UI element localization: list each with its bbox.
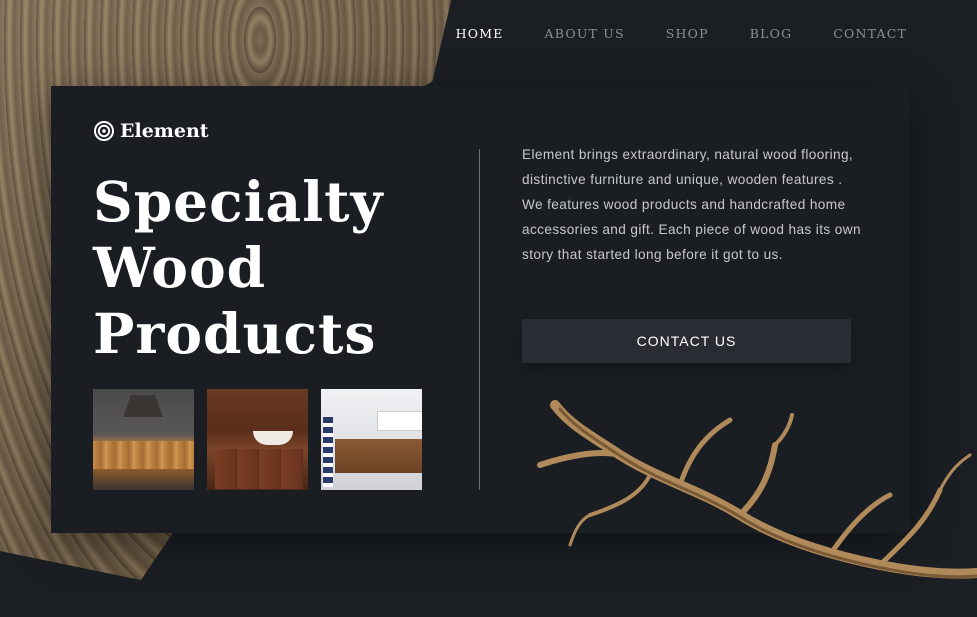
vertical-divider — [479, 149, 480, 490]
nav-contact[interactable]: CONTACT — [833, 26, 907, 41]
nav-about-us[interactable]: ABOUT US — [545, 26, 625, 41]
brand-name: Element — [120, 120, 209, 142]
product-thumbnails — [93, 389, 422, 490]
hero-title: Specialty Wood Products — [93, 169, 383, 367]
hero-description: Element brings extraordinary, natural wo… — [522, 147, 861, 262]
thumbnail-bathroom-vanity[interactable] — [207, 389, 308, 490]
thumbnail-wood-table[interactable] — [93, 389, 194, 490]
nav-shop[interactable]: SHOP — [666, 26, 709, 41]
brand-logo[interactable]: Element — [94, 120, 209, 142]
driftwood-branch-image — [537, 400, 977, 579]
hero-title-line-2: Wood — [93, 235, 267, 300]
spiral-logo-icon — [94, 121, 114, 141]
hero-title-line-3: Products — [93, 301, 377, 366]
nav-home[interactable]: HOME — [456, 26, 504, 41]
towel-detail — [323, 417, 333, 487]
hero-title-line-1: Specialty — [93, 169, 384, 234]
contact-us-button[interactable]: CONTACT US — [522, 319, 851, 363]
thumbnail-floating-vanity[interactable] — [321, 389, 422, 490]
nav-blog[interactable]: BLOG — [750, 26, 793, 41]
top-nav: HOME ABOUT US SHOP BLOG CONTACT — [456, 26, 907, 41]
